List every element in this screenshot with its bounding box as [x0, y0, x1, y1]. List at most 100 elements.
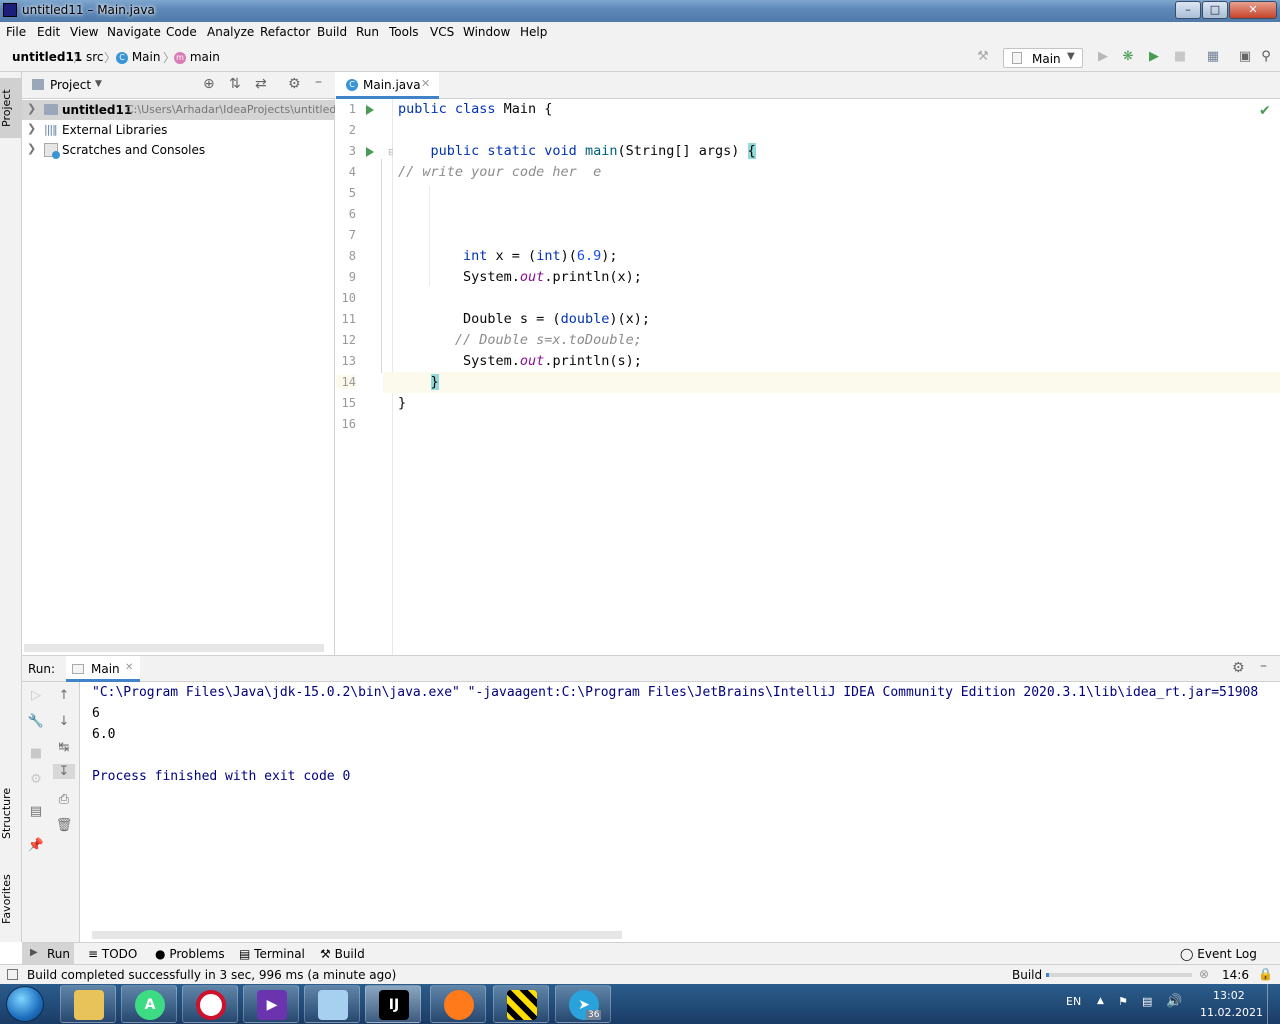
status-message[interactable]: Build completed successfully in 3 sec, 9… — [27, 968, 396, 982]
layout-icon[interactable]: ▤ — [22, 804, 50, 819]
maximize-button[interactable]: □ — [1202, 1, 1228, 19]
run-gutter-icon[interactable] — [366, 147, 374, 157]
status-toggle-icon[interactable] — [7, 969, 18, 980]
tree-item-project[interactable]: ❯ untitled11 C:\Users\Arhadar\IdeaProjec… — [22, 100, 335, 120]
network-icon[interactable]: ▤ — [1142, 995, 1152, 1008]
tree-item-libraries[interactable]: ❯ |||‖ External Libraries — [22, 120, 335, 140]
hammer-icon[interactable]: ⚒ — [975, 49, 991, 65]
tool-tab-problems[interactable]: ● Problems — [155, 947, 225, 961]
minimize-button[interactable]: – — [1175, 1, 1201, 19]
menu-window[interactable]: Window — [463, 25, 510, 39]
menu-code[interactable]: Code — [166, 25, 197, 39]
tray-expand-icon[interactable]: ▲ — [1097, 996, 1104, 1006]
tool-tab-run[interactable]: ▶ Run — [22, 943, 74, 965]
run-icon[interactable]: ▶ — [1095, 49, 1111, 65]
search-icon[interactable]: ⚲ — [1258, 49, 1274, 65]
project-structure-icon[interactable]: ▦ — [1205, 49, 1221, 65]
tab-structure[interactable]: Structure — [0, 778, 22, 848]
close-button[interactable]: ✕ — [1229, 1, 1277, 19]
project-view-select[interactable]: Project — [50, 78, 91, 92]
soft-wrap-icon[interactable]: ↹ — [50, 740, 78, 755]
tree-item-path: C:\Users\Arhadar\IdeaProjects\untitled11 — [126, 103, 335, 116]
taskbar-notepad[interactable] — [304, 985, 360, 1023]
tree-item-scratches[interactable]: ❯ Scratches and Consoles — [22, 140, 335, 160]
language-indicator[interactable]: EN — [1066, 995, 1081, 1008]
run-tab-main[interactable]: Main ✕ — [66, 656, 140, 682]
run-gutter-icon[interactable] — [366, 105, 374, 115]
coverage-icon[interactable]: ▶ — [1146, 49, 1162, 65]
tool-tab-terminal[interactable]: ▤ Terminal — [239, 947, 305, 961]
close-icon[interactable]: ✕ — [125, 662, 133, 673]
scroll-to-end-icon[interactable]: ↧ — [53, 764, 75, 779]
hide-icon[interactable]: – — [315, 74, 322, 90]
arrow-down-icon[interactable]: ↓ — [50, 714, 78, 729]
start-button[interactable] — [6, 986, 44, 1022]
layout-icon[interactable]: ▣ — [1237, 49, 1253, 65]
cancel-icon[interactable]: ⊗ — [1199, 967, 1209, 981]
taskbar-android-studio[interactable]: A — [121, 985, 177, 1023]
chevron-right-icon[interactable]: ❯ — [27, 122, 36, 135]
chevron-right-icon[interactable]: ❯ — [27, 102, 36, 115]
tool-tab-todo[interactable]: ≡ TODO — [88, 947, 137, 961]
menu-analyze[interactable]: Analyze — [207, 25, 254, 39]
chevron-down-icon[interactable]: ▼ — [95, 79, 102, 89]
camera-icon[interactable]: ⚙ — [22, 772, 50, 787]
menu-tools[interactable]: Tools — [389, 25, 419, 39]
horizontal-scrollbar[interactable] — [24, 644, 324, 652]
locate-icon[interactable]: ⊕ — [203, 76, 215, 92]
gear-icon[interactable]: ⚙ — [288, 76, 301, 92]
menu-file[interactable]: File — [6, 25, 26, 39]
menu-navigate[interactable]: Navigate — [107, 25, 161, 39]
run-config-select[interactable]: Main ▼ — [1003, 48, 1083, 68]
taskbar-opera[interactable] — [182, 985, 238, 1023]
expand-all-icon[interactable]: ⇅ — [229, 76, 241, 92]
breadcrumb-class[interactable]: C Main — [116, 50, 160, 64]
menu-vcs[interactable]: VCS — [430, 25, 454, 39]
pin-icon[interactable]: 📌 — [22, 838, 50, 853]
trash-icon[interactable]: 🗑 — [50, 818, 78, 833]
chevron-right-icon[interactable]: ❯ — [27, 142, 36, 155]
taskbar-firefox[interactable] — [430, 985, 486, 1023]
wrench-icon[interactable]: 🔧 — [22, 714, 50, 729]
taskbar-game[interactable] — [493, 985, 549, 1023]
clock-time[interactable]: 13:02 — [1213, 989, 1245, 1002]
console-line: 6 — [92, 706, 100, 721]
hide-icon[interactable]: – — [1260, 658, 1267, 674]
stop-icon[interactable]: ■ — [1172, 49, 1188, 65]
code-editor[interactable]: public class Main { public static void m… — [383, 99, 1280, 655]
show-desktop-button[interactable] — [1267, 984, 1280, 1024]
clock-date[interactable]: 11.02.2021 — [1200, 1006, 1263, 1019]
arrow-up-icon[interactable]: ↑ — [50, 688, 78, 703]
menu-edit[interactable]: Edit — [37, 25, 60, 39]
menu-help[interactable]: Help — [520, 25, 547, 39]
menu-run[interactable]: Run — [356, 25, 379, 39]
tab-favorites[interactable]: Favorites — [0, 862, 22, 937]
volume-icon[interactable]: 🔊 — [1166, 994, 1182, 1009]
menu-refactor[interactable]: Refactor — [260, 25, 310, 39]
taskbar-visual-studio[interactable]: ▶ — [243, 985, 299, 1023]
event-log-button[interactable]: ◯ Event Log — [1180, 947, 1257, 961]
breadcrumb-method[interactable]: m main — [174, 50, 220, 64]
menu-view[interactable]: View — [70, 25, 98, 39]
taskbar-explorer[interactable] — [60, 985, 116, 1023]
close-icon[interactable]: ✕ — [421, 77, 430, 90]
tool-tab-build[interactable]: ⚒ Build — [320, 947, 365, 961]
horizontal-scrollbar[interactable] — [92, 931, 622, 939]
breadcrumb-project[interactable]: untitled11 — [12, 50, 82, 64]
console-output[interactable]: "C:\Program Files\Java\jdk-15.0.2\bin\ja… — [80, 682, 1280, 942]
collapse-all-icon[interactable]: ⇄ — [255, 76, 267, 92]
tab-main-java[interactable]: C Main.java ✕ — [336, 72, 439, 99]
lock-icon[interactable]: 🔒 — [1258, 967, 1273, 981]
action-center-icon[interactable]: ⚑ — [1118, 995, 1128, 1008]
breadcrumb-folder[interactable]: src — [86, 50, 104, 64]
gear-icon[interactable]: ⚙ — [1232, 660, 1245, 676]
caret-position[interactable]: 14:6 — [1222, 968, 1249, 982]
rerun-icon[interactable]: ▷ — [22, 688, 50, 703]
taskbar-intellij[interactable]: IJ — [365, 985, 421, 1023]
stop-icon[interactable]: ■ — [22, 746, 50, 761]
debug-icon[interactable]: ❋ — [1120, 49, 1136, 65]
tab-project[interactable]: Project — [0, 78, 22, 138]
print-icon[interactable]: ⎙ — [50, 792, 78, 807]
taskbar-telegram[interactable]: ➤ 36 — [555, 985, 611, 1023]
menu-build[interactable]: Build — [317, 25, 347, 39]
